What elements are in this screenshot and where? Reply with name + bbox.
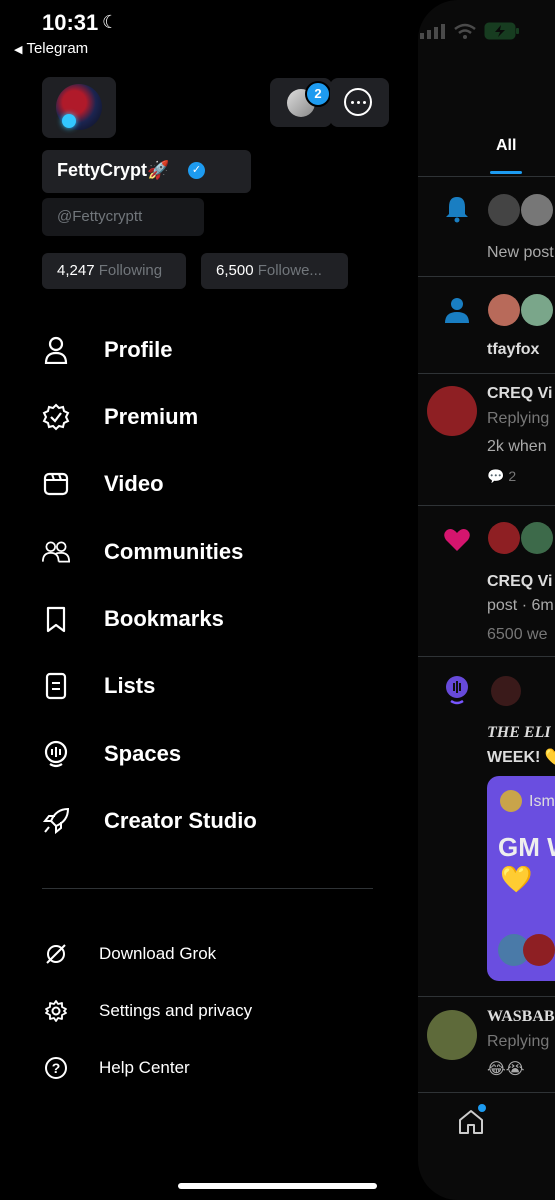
svg-text:?: ? bbox=[52, 1060, 61, 1076]
notification-user: tfayfox bbox=[487, 341, 540, 358]
display-name: FettyCrypt🚀 bbox=[57, 160, 170, 180]
notification-sub: post · 6m bbox=[487, 597, 554, 614]
menu-item-bookmarks[interactable]: Bookmarks bbox=[42, 599, 224, 639]
account-notification-badge: 2 bbox=[305, 81, 331, 107]
menu-label: Profile bbox=[104, 337, 173, 362]
avatar bbox=[521, 194, 553, 226]
notification-user: WASBAB bbox=[487, 1008, 555, 1025]
card-text: GM W bbox=[498, 832, 555, 862]
notification-sub: Replying bbox=[487, 410, 550, 427]
divider bbox=[418, 656, 555, 657]
reply-count-value: 2 bbox=[508, 468, 517, 484]
avatar bbox=[523, 934, 555, 966]
menu-divider bbox=[42, 888, 373, 889]
card-user: Ism bbox=[529, 793, 555, 810]
tab-indicator bbox=[490, 171, 522, 174]
notification-body: 6500 we bbox=[487, 626, 548, 643]
menu-item-spaces[interactable]: Spaces bbox=[42, 734, 181, 774]
menu-item-profile[interactable]: Profile bbox=[42, 330, 172, 370]
heart-icon bbox=[444, 529, 470, 551]
video-icon bbox=[42, 470, 70, 498]
grok-icon bbox=[42, 940, 70, 968]
avatar bbox=[488, 194, 520, 226]
card-heart: 💛 bbox=[500, 864, 533, 894]
menu-item-download-grok[interactable]: Download Grok bbox=[42, 939, 216, 969]
divider bbox=[418, 996, 555, 997]
divider bbox=[418, 505, 555, 506]
notification-user: CREQ Vi bbox=[487, 573, 553, 590]
spaces-icon bbox=[42, 740, 70, 768]
notification-text: New post bbox=[487, 244, 554, 261]
bell-icon bbox=[446, 197, 468, 223]
home-icon[interactable] bbox=[457, 1108, 485, 1136]
followers-count: 6,500 bbox=[216, 262, 254, 279]
menu-label: Communities bbox=[104, 539, 244, 564]
following-count: 4,247 bbox=[57, 262, 95, 279]
avatar bbox=[488, 294, 520, 326]
followers-stat: 6,500 Followe... bbox=[216, 262, 322, 279]
sub-label: Settings and privacy bbox=[99, 1001, 253, 1020]
spaces-icon bbox=[446, 676, 468, 705]
divider bbox=[418, 373, 555, 374]
menu-item-communities[interactable]: Communities bbox=[42, 532, 243, 572]
person-icon bbox=[42, 336, 70, 364]
person-follow-icon bbox=[445, 298, 469, 323]
menu-label: Premium bbox=[104, 404, 199, 429]
notification-sub: Replying bbox=[487, 1033, 550, 1050]
divider bbox=[418, 1092, 555, 1093]
user-handle: @Fettycryptt bbox=[57, 208, 143, 225]
avatar bbox=[488, 522, 520, 554]
avatar bbox=[521, 294, 553, 326]
notification-body: 😂😭 bbox=[487, 1061, 525, 1078]
more-icon bbox=[344, 88, 372, 116]
home-notification-dot bbox=[478, 1104, 486, 1112]
notification-title: THE ELI bbox=[487, 724, 551, 741]
verified-badge-icon: ✓ bbox=[188, 162, 205, 179]
menu-label: Video bbox=[104, 471, 164, 496]
premium-badge-icon bbox=[42, 403, 70, 431]
rocket-icon bbox=[42, 807, 70, 835]
back-arrow-icon: ◀ bbox=[14, 44, 23, 56]
bookmark-icon bbox=[42, 605, 70, 633]
tab-all[interactable]: All bbox=[496, 137, 516, 155]
menu-item-help-center[interactable]: ? Help Center bbox=[42, 1053, 190, 1083]
followers-label: Followe... bbox=[257, 262, 322, 279]
menu-item-settings[interactable]: Settings and privacy bbox=[42, 996, 252, 1026]
avatar bbox=[500, 790, 522, 812]
list-icon bbox=[42, 672, 70, 700]
notification-sub: WEEK! 💛 bbox=[487, 749, 555, 766]
divider bbox=[418, 276, 555, 277]
help-icon: ? bbox=[42, 1054, 70, 1082]
home-indicator[interactable] bbox=[178, 1183, 377, 1189]
notification-user: CREQ Vi bbox=[487, 385, 553, 402]
menu-label: Creator Studio bbox=[104, 808, 257, 833]
moon-icon: ☾ bbox=[102, 12, 119, 32]
back-label: Telegram bbox=[26, 40, 89, 57]
menu-item-premium[interactable]: Premium bbox=[42, 397, 198, 437]
avatar bbox=[427, 1010, 477, 1060]
menu-item-creator-studio[interactable]: Creator Studio bbox=[42, 801, 257, 841]
reply-count: 💬 2 bbox=[487, 468, 517, 484]
menu-label: Spaces bbox=[104, 741, 182, 766]
menu-item-lists[interactable]: Lists bbox=[42, 666, 155, 706]
menu-label: Lists bbox=[104, 673, 156, 698]
back-to-telegram-link[interactable]: ◀ Telegram bbox=[14, 40, 88, 57]
avatar bbox=[427, 386, 477, 436]
notification-body: 2k when bbox=[487, 438, 547, 455]
following-stat: 4,247 Following bbox=[57, 262, 162, 279]
avatar bbox=[521, 522, 553, 554]
menu-item-video[interactable]: Video bbox=[42, 464, 164, 504]
avatar bbox=[491, 676, 521, 706]
menu-label: Bookmarks bbox=[104, 606, 224, 631]
status-time: 10:31 bbox=[42, 10, 99, 35]
avatar-glow-icon bbox=[62, 114, 76, 128]
sub-label: Download Grok bbox=[99, 944, 217, 963]
sub-label: Help Center bbox=[99, 1058, 190, 1077]
divider bbox=[418, 176, 555, 177]
following-label: Following bbox=[98, 262, 163, 279]
gear-icon bbox=[42, 997, 70, 1025]
communities-icon bbox=[42, 538, 70, 566]
